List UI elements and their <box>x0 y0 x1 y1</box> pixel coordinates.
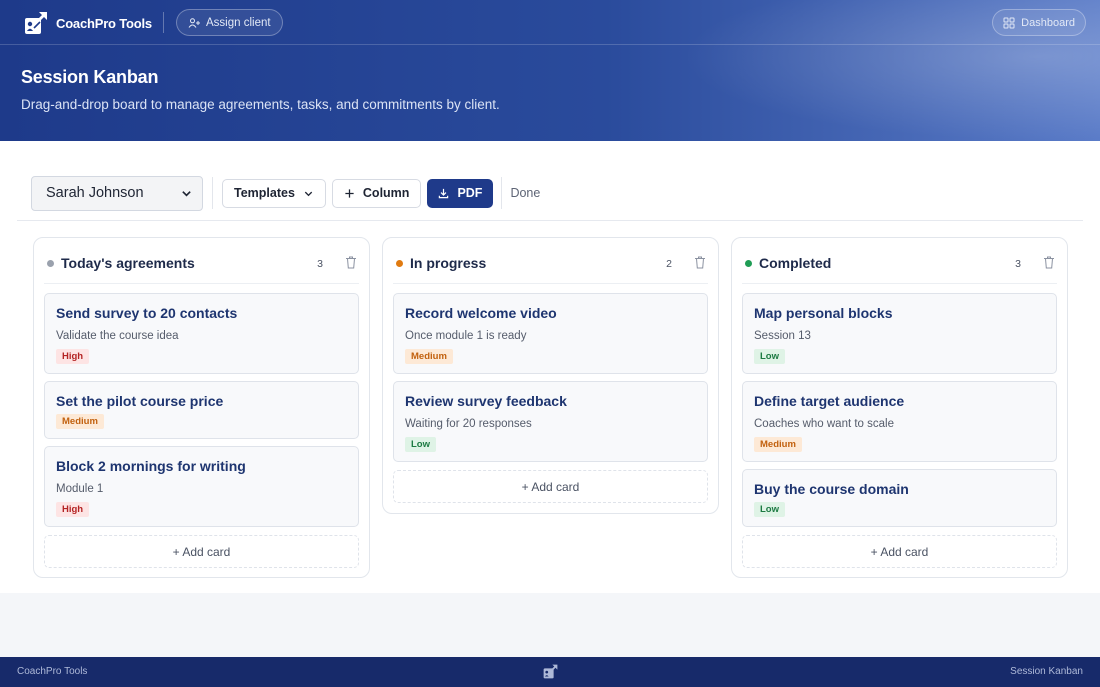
grid-icon <box>1003 17 1015 28</box>
coachpro-logo-icon <box>543 664 558 679</box>
add-card-button[interactable]: + Add card <box>393 470 708 503</box>
page-subtitle: Drag-and-drop board to manage agreements… <box>21 97 500 112</box>
kanban-card[interactable]: Record welcome video Once module 1 is re… <box>393 293 708 374</box>
priority-badge: Medium <box>405 349 453 364</box>
kanban-card[interactable]: Map personal blocks Session 13 Low <box>742 293 1057 374</box>
card-title: Review survey feedback <box>405 393 567 409</box>
column-header: Completed 3 <box>742 238 1057 284</box>
card-title: Define target audience <box>754 393 905 409</box>
card-subtitle: Waiting for 20 responses <box>405 418 532 430</box>
add-column-button[interactable]: Column <box>331 178 422 208</box>
priority-badge: Medium <box>56 414 104 429</box>
trash-icon[interactable] <box>1043 256 1055 269</box>
card-subtitle: Module 1 <box>56 483 104 495</box>
dashboard-button[interactable]: Dashboard <box>992 9 1086 36</box>
kanban-card[interactable]: Buy the course domain Low <box>742 469 1057 527</box>
column-status-dot <box>396 260 403 267</box>
export-pdf-button[interactable]: PDF <box>427 178 494 208</box>
column-card-count: 3 <box>317 258 323 270</box>
client-select[interactable]: Sarah Johnson <box>31 175 203 211</box>
toolbar-divider-line <box>17 220 1083 221</box>
assign-client-label: Assign client <box>206 16 271 29</box>
templates-label: Templates <box>234 186 295 200</box>
column-title: In progress <box>410 255 487 271</box>
brand[interactable]: CoachPro Tools <box>24 11 152 35</box>
priority-badge: Low <box>405 437 436 452</box>
kanban-column-in-progress[interactable]: In progress 2 Record welcome video Once … <box>382 237 719 514</box>
priority-badge: High <box>56 349 90 364</box>
top-navigation: CoachPro Tools Assign client Dashboard <box>0 0 1100 45</box>
client-select-value: Sarah Johnson <box>46 185 144 201</box>
kanban-column-completed[interactable]: Completed 3 Map personal blocks Session … <box>731 237 1068 578</box>
templates-button[interactable]: Templates <box>222 178 326 208</box>
footer: CoachPro Tools Session Kanban <box>0 657 1100 687</box>
priority-badge: Medium <box>754 437 802 452</box>
column-header: Today's agreements 3 <box>44 238 359 284</box>
add-column-label: Column <box>362 186 410 200</box>
trash-icon[interactable] <box>694 256 706 269</box>
plus-icon <box>345 188 354 198</box>
kanban-card[interactable]: Review survey feedback Waiting for 20 re… <box>393 381 708 462</box>
column-card-count: 2 <box>666 258 672 270</box>
priority-badge: Low <box>754 349 785 364</box>
toolbar-divider <box>501 177 503 209</box>
card-subtitle: Session 13 <box>754 330 811 342</box>
footer-page-name: Session Kanban <box>1010 666 1083 677</box>
priority-badge: Low <box>754 502 785 517</box>
priority-badge: High <box>56 502 90 517</box>
chevron-down-icon <box>304 191 313 196</box>
card-title: Set the pilot course price <box>56 393 224 409</box>
page-title: Session Kanban <box>21 67 159 87</box>
card-subtitle: Validate the course idea <box>56 330 179 342</box>
card-title: Record welcome video <box>405 305 557 321</box>
footer-brand: CoachPro Tools <box>17 666 88 677</box>
column-card-count: 3 <box>1015 258 1021 270</box>
add-card-button[interactable]: + Add card <box>742 535 1057 568</box>
add-user-icon <box>188 17 200 28</box>
board-toolbar: Sarah Johnson Templates Column PDF Done <box>31 175 540 211</box>
brand-name: CoachPro Tools <box>56 15 152 31</box>
column-status-dot <box>745 260 752 267</box>
dashboard-label: Dashboard <box>1021 16 1075 29</box>
kanban-card[interactable]: Set the pilot course price Medium <box>44 381 359 439</box>
coachpro-logo-icon <box>25 12 47 34</box>
kanban-card[interactable]: Send survey to 20 contacts Validate the … <box>44 293 359 374</box>
card-title: Buy the course domain <box>754 481 909 497</box>
main-content: Sarah Johnson Templates Column PDF Done … <box>0 141 1100 593</box>
card-title: Block 2 mornings for writing <box>56 458 246 474</box>
column-header: In progress 2 <box>393 238 708 284</box>
export-pdf-label: PDF <box>457 186 483 200</box>
kanban-column-todays-agreements[interactable]: Today's agreements 3 Send survey to 20 c… <box>33 237 370 578</box>
column-status-dot <box>47 260 54 267</box>
card-title: Map personal blocks <box>754 305 893 321</box>
column-title: Today's agreements <box>61 255 195 271</box>
save-status: Done <box>510 186 541 200</box>
topbar-divider <box>163 12 164 33</box>
card-title: Send survey to 20 contacts <box>56 305 238 321</box>
download-icon <box>439 188 449 198</box>
trash-icon[interactable] <box>345 256 357 269</box>
toolbar-divider <box>212 177 213 209</box>
chevron-down-icon <box>182 190 191 197</box>
add-card-button[interactable]: + Add card <box>44 535 359 568</box>
kanban-card[interactable]: Block 2 mornings for writing Module 1 Hi… <box>44 446 359 527</box>
kanban-card[interactable]: Define target audience Coaches who want … <box>742 381 1057 462</box>
column-title: Completed <box>759 255 832 271</box>
assign-client-button[interactable]: Assign client <box>176 9 283 36</box>
card-subtitle: Once module 1 is ready <box>405 330 527 342</box>
card-subtitle: Coaches who want to scale <box>754 418 894 430</box>
